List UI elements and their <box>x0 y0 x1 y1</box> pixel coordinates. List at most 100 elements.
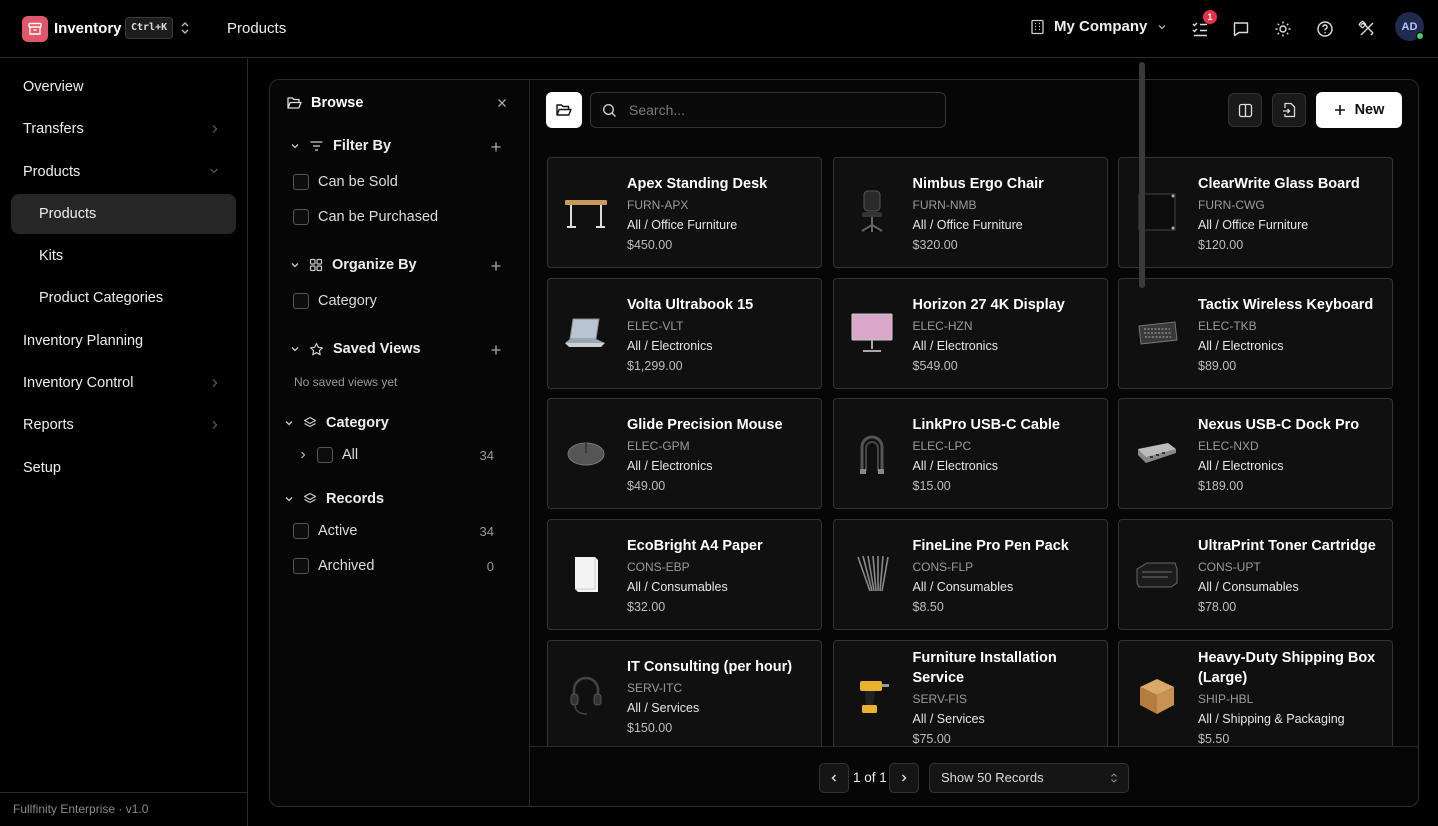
import-button[interactable] <box>1272 93 1306 127</box>
product-sku: SERV-FIS <box>912 691 967 706</box>
product-card[interactable]: Furniture Installation Service SERV-FIS Al… <box>832 639 1108 746</box>
product-card[interactable]: FineLine Pro Pen Pack CONS-FLP All / Consu… <box>832 519 1108 631</box>
checkbox-label: Can be Sold <box>318 174 398 190</box>
product-grid: Apex Standing Desk FURN-APX All / Office F… <box>530 140 1418 746</box>
product-card[interactable]: UltraPrint Toner Cartridge CONS-UPT All / … <box>1118 519 1393 631</box>
product-category: All / Electronics <box>1198 459 1284 474</box>
chair-icon <box>846 186 898 238</box>
chevron-right-icon <box>212 379 218 387</box>
product-card[interactable]: Horizon 27 4K Display ELEC-HZN All / Elect… <box>832 277 1108 389</box>
filter-by-section[interactable]: Filter By <box>290 138 391 154</box>
sidebar-item-transfers[interactable]: Transfers <box>11 109 236 149</box>
sidebar-item-inventory-planning[interactable]: Inventory Planning <box>11 321 236 361</box>
product-sku: ELEC-LPC <box>912 439 972 454</box>
app-logo-icon[interactable] <box>22 16 48 42</box>
records-section[interactable]: Records <box>284 491 384 507</box>
prev-page-button[interactable] <box>819 763 849 793</box>
product-price: $8.50 <box>912 600 944 615</box>
product-card[interactable]: IT Consulting (per hour) SERV-ITC All / Se… <box>547 639 822 746</box>
split-view-button[interactable] <box>1228 93 1262 127</box>
product-card[interactable]: LinkPro USB-C Cable ELEC-LPC All / Electro… <box>832 398 1108 510</box>
product-info: Glide Precision Mouse ELEC-GPM All / Elect… <box>627 415 817 495</box>
sidebar-item-inventory-control[interactable]: Inventory Control <box>11 363 236 403</box>
chat-icon[interactable] <box>1230 18 1252 40</box>
layers-icon <box>303 416 317 428</box>
search-box[interactable] <box>590 92 946 128</box>
chevron-down-icon <box>291 263 299 268</box>
tools-icon[interactable] <box>1356 18 1378 40</box>
toggle-browse-button[interactable] <box>546 92 582 128</box>
product-content: New Apex Standing Desk FURN-APX All / Offi… <box>530 80 1418 806</box>
product-sku: CONS-EBP <box>627 560 690 575</box>
saved-views-label: Saved Views <box>333 341 421 357</box>
filter-can-be-purchased[interactable]: Can be Purchased <box>293 209 438 225</box>
headset-icon <box>560 669 612 721</box>
chevron-up-down-icon[interactable] <box>179 21 191 38</box>
organize-by-category[interactable]: Category <box>293 293 377 309</box>
close-icon[interactable] <box>496 97 508 109</box>
box-icon <box>1131 669 1183 721</box>
add-view-plus-icon[interactable] <box>490 344 502 356</box>
new-product-button[interactable]: New <box>1316 92 1402 128</box>
sidebar-item-products[interactable]: Products <box>11 152 236 192</box>
product-sku: FURN-NMB <box>912 198 977 212</box>
product-price: $5.50 <box>1198 731 1230 746</box>
checkbox[interactable] <box>293 174 309 190</box>
product-name: Horizon 27 4K Display <box>912 296 1065 313</box>
sidebar-item-reports[interactable]: Reports <box>11 405 236 445</box>
search-input[interactable] <box>629 102 929 118</box>
filter-icon <box>310 141 323 151</box>
product-info: LinkPro USB-C Cable ELEC-LPC All / Electro… <box>913 415 1103 495</box>
product-card[interactable]: Apex Standing Desk FURN-APX All / Office F… <box>547 157 822 268</box>
sun-icon[interactable] <box>1272 18 1294 40</box>
category-section[interactable]: Category <box>284 415 389 431</box>
product-category: All / Consumables <box>912 580 1014 595</box>
sidebar-item-overview[interactable]: Overview <box>11 67 236 107</box>
product-card[interactable]: Tactix Wireless Keyboard ELEC-TKB All / El… <box>1118 277 1393 389</box>
product-card[interactable]: Volta Ultrabook 15 ELEC-VLT All / Electron… <box>547 277 822 389</box>
app-name[interactable]: Inventory <box>54 20 122 37</box>
sidebar-item-label: Setup <box>23 460 61 476</box>
breadcrumb: Products <box>227 20 287 37</box>
product-card[interactable]: ClearWrite Glass Board FURN-CWG All / Offi… <box>1118 157 1393 268</box>
plus-icon <box>1334 105 1345 115</box>
product-price: $320.00 <box>912 238 958 252</box>
product-price: $78.00 <box>1198 600 1237 615</box>
product-category: All / Consumables <box>1198 580 1299 595</box>
saved-views-section[interactable]: Saved Views <box>290 341 421 357</box>
page-size-select[interactable]: Show 50 Records <box>929 763 1129 793</box>
product-price: $89.00 <box>1198 358 1237 373</box>
product-name: FineLine Pro Pen Pack <box>912 538 1069 555</box>
filter-can-be-sold[interactable]: Can be Sold <box>293 174 398 190</box>
grid-scrollbar[interactable] <box>1139 62 1145 288</box>
chevron-down-icon <box>210 168 218 174</box>
product-card[interactable]: EcoBright A4 Paper CONS-EBP All / Consumab… <box>547 519 822 631</box>
product-card[interactable]: Glide Precision Mouse ELEC-GPM All / Elect… <box>547 398 822 510</box>
product-name: Apex Standing Desk <box>627 176 768 192</box>
add-group-plus-icon[interactable] <box>490 260 502 272</box>
checkbox[interactable] <box>293 209 309 225</box>
sidebar-item-label: Overview <box>23 79 84 95</box>
product-card[interactable]: Nexus USB-C Dock Pro ELEC-NXD All / Electr… <box>1118 398 1393 510</box>
organize-by-section[interactable]: Organize By <box>290 257 417 273</box>
checkbox[interactable] <box>293 293 309 309</box>
help-icon[interactable] <box>1314 18 1336 40</box>
product-sku: ELEC-TKB <box>1198 318 1257 333</box>
company-switcher[interactable]: My Company <box>1030 18 1168 35</box>
product-card[interactable]: Nimbus Ergo Chair FURN-NMB All / Office Fu… <box>832 157 1108 268</box>
sidebar-item-setup[interactable]: Setup <box>11 448 236 488</box>
product-card[interactable]: Heavy-Duty Shipping Box (Large) SHIP-HBL A… <box>1118 639 1393 746</box>
paper-icon <box>560 548 612 600</box>
sidebar-item-product-categories[interactable]: Product Categories <box>11 278 236 318</box>
command-shortcut[interactable]: Ctrl+K <box>125 17 174 39</box>
product-price: $32.00 <box>627 600 666 615</box>
grid-icon <box>309 258 323 272</box>
product-category: All / Office Furniture <box>1198 218 1309 232</box>
add-filter-plus-icon[interactable] <box>490 141 502 153</box>
sidebar-item-label: Reports <box>23 417 74 433</box>
next-page-button[interactable] <box>889 763 919 793</box>
sidebar-item-products-list[interactable]: Products <box>11 194 236 234</box>
product-price: $75.00 <box>912 731 951 746</box>
sidebar-item-kits[interactable]: Kits <box>11 236 236 276</box>
product-category: All / Electronics <box>627 338 713 353</box>
